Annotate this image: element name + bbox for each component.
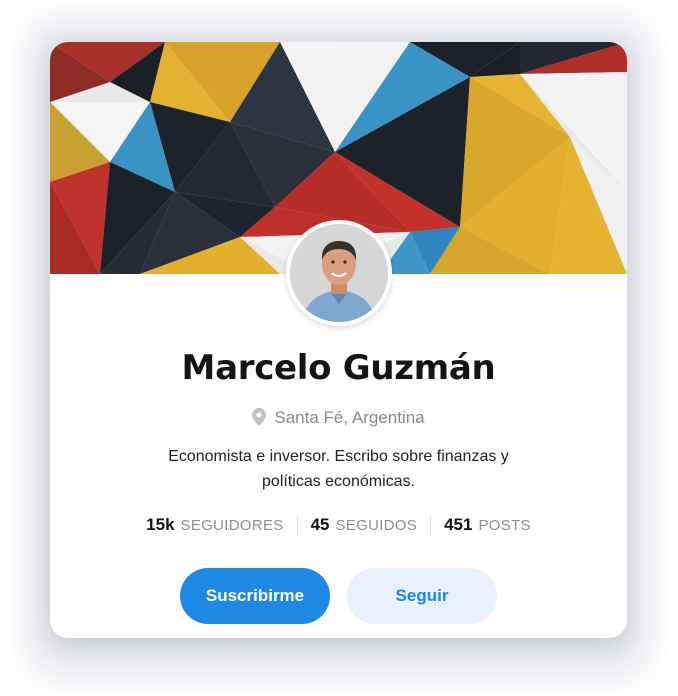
- profile-bio: Economista e inversor. Escribo sobre fin…: [168, 448, 509, 490]
- avatar-ring: [286, 220, 392, 326]
- avatar-photo: [290, 224, 388, 322]
- stat-label: SEGUIDOS: [335, 517, 418, 534]
- stat-label: SEGUIDORES: [180, 517, 284, 534]
- canvas: Marcelo Guzmán Santa Fé, Argentina Econo…: [0, 0, 678, 696]
- stat-posts[interactable]: 451 POSTS: [431, 515, 544, 535]
- stat-value: 45: [310, 515, 330, 534]
- profile-location: Santa Fé, Argentina: [50, 408, 627, 431]
- avatar[interactable]: [290, 224, 388, 322]
- subscribe-button[interactable]: Suscribirme: [180, 568, 330, 624]
- stat-value: 15k: [146, 515, 175, 534]
- stat-value: 451: [444, 515, 473, 534]
- profile-name: Marcelo Guzmán: [181, 348, 496, 388]
- stat-followers[interactable]: 15k SEGUIDORES: [133, 515, 296, 535]
- follow-button[interactable]: Seguir: [347, 568, 497, 624]
- location-text: Santa Fé, Argentina: [274, 408, 425, 427]
- stat-following[interactable]: 45 SEGUIDOS: [298, 515, 431, 535]
- stats-row: 15k SEGUIDORES 45 SEGUIDOS 451 POSTS: [50, 515, 627, 535]
- stat-label: POSTS: [478, 517, 531, 534]
- map-pin-icon: [252, 408, 267, 431]
- profile-card: Marcelo Guzmán Santa Fé, Argentina Econo…: [50, 42, 627, 638]
